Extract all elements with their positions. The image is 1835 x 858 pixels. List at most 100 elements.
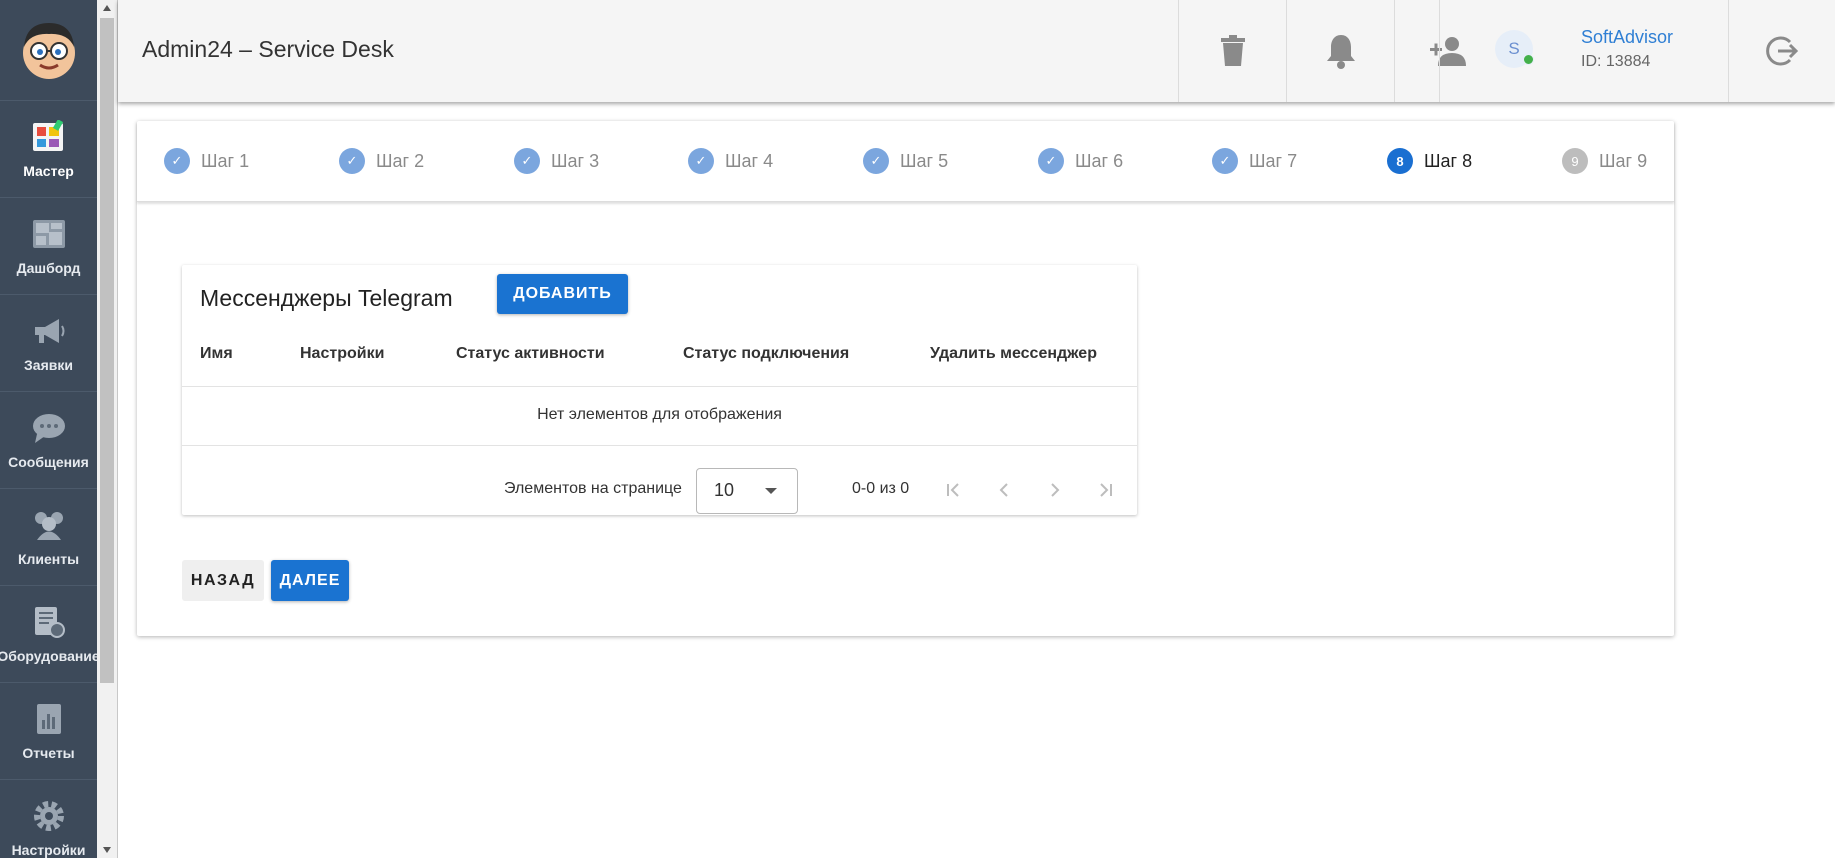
prev-page-button[interactable] xyxy=(986,472,1022,508)
step-label: Шаг 4 xyxy=(725,150,774,171)
divider xyxy=(182,445,1137,446)
dashboard-icon xyxy=(31,216,67,252)
chevron-right-icon xyxy=(1051,483,1060,497)
check-icon: ✓ xyxy=(688,148,714,174)
trash-icon xyxy=(1220,35,1245,66)
pagination-range: 0-0 из 0 xyxy=(852,480,910,497)
column-header-settings[interactable]: Настройки xyxy=(300,345,384,363)
sidebar-item-label: Заявки xyxy=(24,357,73,373)
step-number: 8 xyxy=(1387,148,1413,174)
wizard-stepper: ✓ Шаг 1 ✓ Шаг 2 ✓ Шаг 3 ✓ Шаг 4 ✓ Шаг 5 … xyxy=(137,121,1674,202)
chat-icon xyxy=(31,410,67,446)
empty-message: Нет элементов для отображения xyxy=(537,406,782,423)
gear-icon xyxy=(31,798,67,834)
step-2[interactable]: ✓ Шаг 2 xyxy=(339,148,424,174)
clients-icon xyxy=(31,507,67,543)
per-page-label: Элементов на странице xyxy=(504,480,682,497)
check-icon: ✓ xyxy=(339,148,365,174)
user-profile[interactable]: S SoftAdvisor ID: 13884 xyxy=(1439,0,1729,102)
step-6[interactable]: ✓ Шаг 6 xyxy=(1038,148,1123,174)
telegram-messengers-table: Мессенджеры Telegram ДОБАВИТЬ Имя Настро… xyxy=(182,265,1137,515)
scroll-down-icon[interactable] xyxy=(97,842,117,858)
logout-icon xyxy=(1765,36,1798,66)
logout-button[interactable] xyxy=(1728,0,1835,102)
step-8[interactable]: 8 Шаг 8 xyxy=(1387,148,1472,174)
sidebar-item-reports[interactable]: Отчеты xyxy=(0,682,97,779)
mascot-logo-icon xyxy=(22,23,75,79)
step-4[interactable]: ✓ Шаг 4 xyxy=(688,148,773,174)
notifications-button[interactable] xyxy=(1286,0,1394,102)
caret-down-icon xyxy=(765,488,777,494)
sidebar-item-dashboard[interactable]: Дашборд xyxy=(0,197,97,294)
last-page-icon xyxy=(1100,483,1112,497)
step-label: Шаг 1 xyxy=(201,150,250,171)
step-label: Шаг 2 xyxy=(376,150,425,171)
sidebar-item-label: Настройки xyxy=(11,842,86,858)
trash-button[interactable] xyxy=(1178,0,1286,102)
scroll-thumb[interactable] xyxy=(100,18,114,683)
sidebar-item-settings[interactable]: Настройки xyxy=(0,779,97,858)
app-title: Admin24 – Service Desk xyxy=(142,36,394,62)
user-id: ID: 13884 xyxy=(1581,53,1651,70)
sidebar-item-label: Дашборд xyxy=(16,260,81,276)
sidebar-item-wizard[interactable]: Мастер xyxy=(0,100,97,197)
scroll-up-icon[interactable] xyxy=(97,0,117,16)
divider xyxy=(182,386,1137,387)
first-page-button[interactable] xyxy=(935,472,971,508)
sidebar-item-clients[interactable]: Клиенты xyxy=(0,488,97,585)
per-page-select[interactable]: 10 xyxy=(696,468,798,514)
step-label: Шаг 9 xyxy=(1599,150,1648,171)
sidebar-item-label: Сообщения xyxy=(8,454,89,470)
next-page-button[interactable] xyxy=(1037,472,1073,508)
user-name[interactable]: SoftAdvisor xyxy=(1581,27,1673,48)
avatar-letter: S xyxy=(1508,39,1520,58)
sidebar-item-tickets[interactable]: Заявки xyxy=(0,294,97,391)
column-header-name[interactable]: Имя xyxy=(200,345,233,363)
step-5[interactable]: ✓ Шаг 5 xyxy=(863,148,948,174)
step-label: Шаг 6 xyxy=(1075,150,1124,171)
step-3[interactable]: ✓ Шаг 3 xyxy=(514,148,599,174)
check-icon: ✓ xyxy=(514,148,540,174)
step-label: Шаг 3 xyxy=(551,150,600,171)
sidebar-scrollbar[interactable] xyxy=(97,0,118,858)
column-header-connection-status[interactable]: Статус подключения xyxy=(683,345,849,363)
add-button[interactable]: ДОБАВИТЬ xyxy=(497,274,628,314)
next-button[interactable]: ДАЛЕЕ xyxy=(271,560,349,601)
top-header: Admin24 – Service Desk S SoftAdvisor ID:… xyxy=(118,0,1835,102)
sidebar-item-label: Оборудование xyxy=(0,648,97,664)
sidebar-item-label: Отчеты xyxy=(22,745,75,761)
avatar[interactable]: S xyxy=(1495,30,1534,68)
app-logo[interactable] xyxy=(0,0,97,100)
step-9[interactable]: 9 Шаг 9 xyxy=(1562,148,1647,174)
back-button[interactable]: НАЗАД xyxy=(182,560,264,601)
equipment-icon xyxy=(31,604,67,640)
column-header-delete[interactable]: Удалить мессенджер xyxy=(930,345,1097,363)
reports-icon xyxy=(31,701,67,737)
step-label: Шаг 8 xyxy=(1424,150,1473,171)
step-label: Шаг 5 xyxy=(900,150,949,171)
check-icon: ✓ xyxy=(164,148,190,174)
online-status-dot xyxy=(1523,54,1534,65)
wizard-card: ✓ Шаг 1 ✓ Шаг 2 ✓ Шаг 3 ✓ Шаг 4 ✓ Шаг 5 … xyxy=(137,121,1674,636)
first-page-icon xyxy=(947,483,959,497)
step-label: Шаг 7 xyxy=(1249,150,1298,171)
check-icon: ✓ xyxy=(863,148,889,174)
check-icon: ✓ xyxy=(1038,148,1064,174)
last-page-button[interactable] xyxy=(1088,472,1124,508)
step-number: 9 xyxy=(1562,148,1588,174)
sidebar-item-label: Мастер xyxy=(23,163,74,179)
bell-icon xyxy=(1326,35,1355,69)
sidebar-item-messages[interactable]: Сообщения xyxy=(0,391,97,488)
sidebar-item-label: Клиенты xyxy=(17,551,80,567)
column-header-activity-status[interactable]: Статус активности xyxy=(456,345,605,363)
wizard-icon xyxy=(31,119,67,155)
step-1[interactable]: ✓ Шаг 1 xyxy=(164,148,249,174)
chevron-left-icon xyxy=(999,483,1008,497)
table-title: Мессенджеры Telegram xyxy=(200,285,453,311)
per-page-value: 10 xyxy=(714,480,735,500)
sidebar: Мастер Дашборд Заявки Сообщения Клиенты … xyxy=(0,0,97,858)
check-icon: ✓ xyxy=(1212,148,1238,174)
step-7[interactable]: ✓ Шаг 7 xyxy=(1212,148,1297,174)
megaphone-icon xyxy=(31,313,67,349)
sidebar-item-equipment[interactable]: Оборудование xyxy=(0,585,97,682)
